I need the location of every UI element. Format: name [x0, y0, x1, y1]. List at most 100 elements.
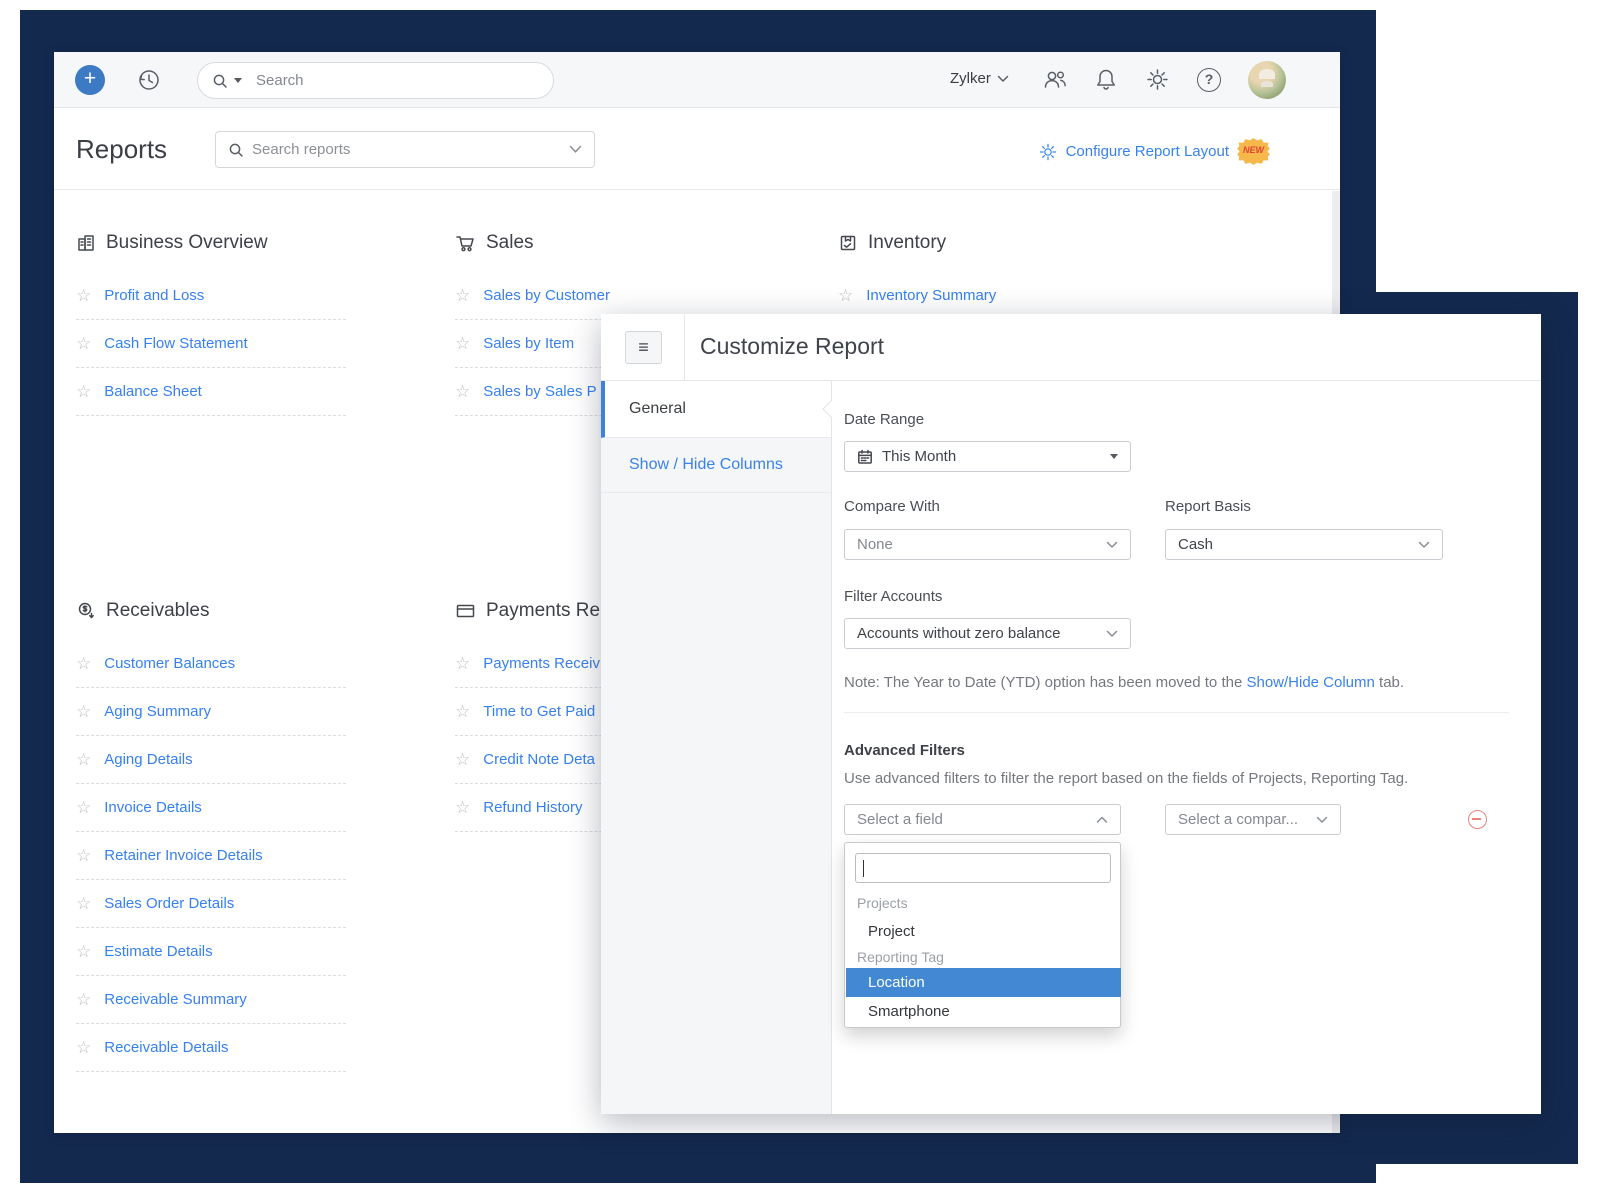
modal-header-menu-cell: ≡	[601, 314, 685, 381]
comparator-placeholder: Select a compar...	[1178, 811, 1307, 828]
tab-show-hide-columns[interactable]: Show / Hide Columns	[601, 438, 831, 493]
report-row: ☆ Estimate Details	[76, 928, 346, 976]
recent-history-icon[interactable]	[136, 67, 162, 93]
report-link[interactable]: Invoice Details	[104, 799, 202, 816]
option-label: Smartphone	[868, 1003, 950, 1020]
note-text: Note: The Year to Date (YTD) option has …	[844, 674, 1246, 691]
option-label: Location	[868, 974, 925, 991]
favorite-star-icon[interactable]: ☆	[455, 286, 470, 306]
global-search-placeholder: Search	[256, 72, 304, 89]
favorite-star-icon[interactable]: ☆	[455, 798, 470, 818]
report-row: ☆ Aging Summary	[76, 688, 346, 736]
cart-icon	[455, 233, 476, 253]
favorite-star-icon[interactable]: ☆	[838, 286, 853, 306]
quick-create-button[interactable]: +	[75, 65, 105, 95]
report-link[interactable]: Balance Sheet	[104, 383, 202, 400]
report-link[interactable]: Credit Note Deta	[483, 751, 595, 768]
report-link[interactable]: Time to Get Paid	[483, 703, 595, 720]
configure-report-layout-link[interactable]: Configure Report Layout NEW	[1038, 138, 1270, 165]
favorite-star-icon[interactable]: ☆	[76, 286, 91, 306]
favorite-star-icon[interactable]: ☆	[76, 654, 91, 674]
date-range-value: This Month	[882, 448, 1101, 465]
compare-with-select[interactable]: None	[844, 529, 1131, 560]
users-icon[interactable]	[1042, 68, 1068, 92]
filter-accounts-value: Accounts without zero balance	[857, 625, 1097, 642]
favorite-star-icon[interactable]: ☆	[455, 654, 470, 674]
report-link[interactable]: Retainer Invoice Details	[104, 847, 262, 864]
field-dropdown-search-input[interactable]	[855, 853, 1111, 883]
reports-search-select[interactable]: Search reports	[215, 131, 595, 168]
report-row: ☆ Receivable Summary	[76, 976, 346, 1024]
building-icon	[76, 233, 96, 253]
option-smartphone[interactable]: Smartphone	[846, 997, 1121, 1026]
favorite-star-icon[interactable]: ☆	[76, 990, 91, 1010]
chevron-down-icon	[1106, 541, 1118, 549]
report-link[interactable]: Aging Summary	[104, 703, 211, 720]
notifications-bell-icon[interactable]	[1094, 67, 1118, 93]
favorite-star-icon[interactable]: ☆	[76, 750, 91, 770]
favorite-star-icon[interactable]: ☆	[455, 334, 470, 354]
comparator-select[interactable]: Select a compar...	[1165, 804, 1341, 835]
report-link[interactable]: Aging Details	[104, 751, 192, 768]
settings-gear-icon[interactable]	[1145, 67, 1170, 92]
favorite-star-icon[interactable]: ☆	[455, 702, 470, 722]
report-basis-select[interactable]: Cash	[1165, 529, 1443, 560]
modal-sidebar: General Show / Hide Columns	[601, 381, 832, 1114]
org-switcher[interactable]: Zylker	[950, 70, 1009, 87]
date-range-select[interactable]: This Month	[844, 441, 1131, 472]
report-link[interactable]: Profit and Loss	[104, 287, 204, 304]
section-heading: Inventory	[838, 232, 1108, 272]
favorite-star-icon[interactable]: ☆	[76, 702, 91, 722]
favorite-star-icon[interactable]: ☆	[76, 942, 91, 962]
option-location[interactable]: Location	[846, 968, 1121, 997]
help-icon[interactable]: ?	[1197, 68, 1221, 92]
caret-down-icon	[1110, 454, 1118, 459]
show-hide-column-link[interactable]: Show/Hide Column	[1246, 674, 1374, 691]
chevron-down-icon	[1316, 816, 1328, 824]
report-row: ☆ Retainer Invoice Details	[76, 832, 346, 880]
report-link[interactable]: Receivable Summary	[104, 991, 247, 1008]
search-scope-caret-icon[interactable]	[234, 78, 242, 83]
tab-general[interactable]: General	[601, 381, 831, 438]
group-label-projects: Projects	[857, 895, 908, 911]
remove-filter-icon[interactable]	[1468, 810, 1487, 829]
favorite-star-icon[interactable]: ☆	[455, 382, 470, 402]
favorite-star-icon[interactable]: ☆	[76, 334, 91, 354]
advanced-filters-description: Use advanced filters to filter the repor…	[844, 770, 1408, 787]
chevron-down-icon	[1418, 541, 1430, 549]
hamburger-menu-icon[interactable]: ≡	[625, 331, 662, 364]
modal-header: ≡ Customize Report	[601, 314, 1541, 381]
text-cursor	[863, 860, 864, 877]
report-link[interactable]: Sales by Sales P	[483, 383, 596, 400]
report-link[interactable]: Sales by Item	[483, 335, 574, 352]
report-link[interactable]: Inventory Summary	[866, 287, 996, 304]
favorite-star-icon[interactable]: ☆	[455, 750, 470, 770]
credit-card-icon	[455, 601, 476, 621]
report-row: ☆ Cash Flow Statement	[76, 320, 346, 368]
report-link[interactable]: Estimate Details	[104, 943, 212, 960]
filter-accounts-select[interactable]: Accounts without zero balance	[844, 618, 1131, 649]
favorite-star-icon[interactable]: ☆	[76, 894, 91, 914]
section-heading: Business Overview	[76, 232, 346, 272]
search-icon	[212, 73, 228, 89]
favorite-star-icon[interactable]: ☆	[76, 798, 91, 818]
user-avatar[interactable]	[1248, 61, 1286, 99]
favorite-star-icon[interactable]: ☆	[76, 846, 91, 866]
section-business-overview: Business Overview ☆ Profit and Loss ☆ Cash…	[76, 232, 346, 416]
section-title: Business Overview	[106, 232, 268, 254]
field-select[interactable]: Select a field	[844, 804, 1121, 835]
report-link[interactable]: Receivable Details	[104, 1039, 228, 1056]
reports-page-header: Reports Search reports Configure Report …	[54, 108, 1340, 190]
report-link[interactable]: Payments Receiv	[483, 655, 600, 672]
report-link[interactable]: Sales Order Details	[104, 895, 234, 912]
report-link[interactable]: Customer Balances	[104, 655, 235, 672]
favorite-star-icon[interactable]: ☆	[76, 1038, 91, 1058]
report-link[interactable]: Refund History	[483, 799, 582, 816]
report-link[interactable]: Sales by Customer	[483, 287, 610, 304]
option-project[interactable]: Project	[846, 917, 1121, 946]
favorite-star-icon[interactable]: ☆	[76, 382, 91, 402]
ytd-note: Note: The Year to Date (YTD) option has …	[844, 674, 1404, 691]
calendar-icon	[857, 449, 873, 465]
report-link[interactable]: Cash Flow Statement	[104, 335, 247, 352]
global-search[interactable]: Search	[197, 62, 554, 99]
